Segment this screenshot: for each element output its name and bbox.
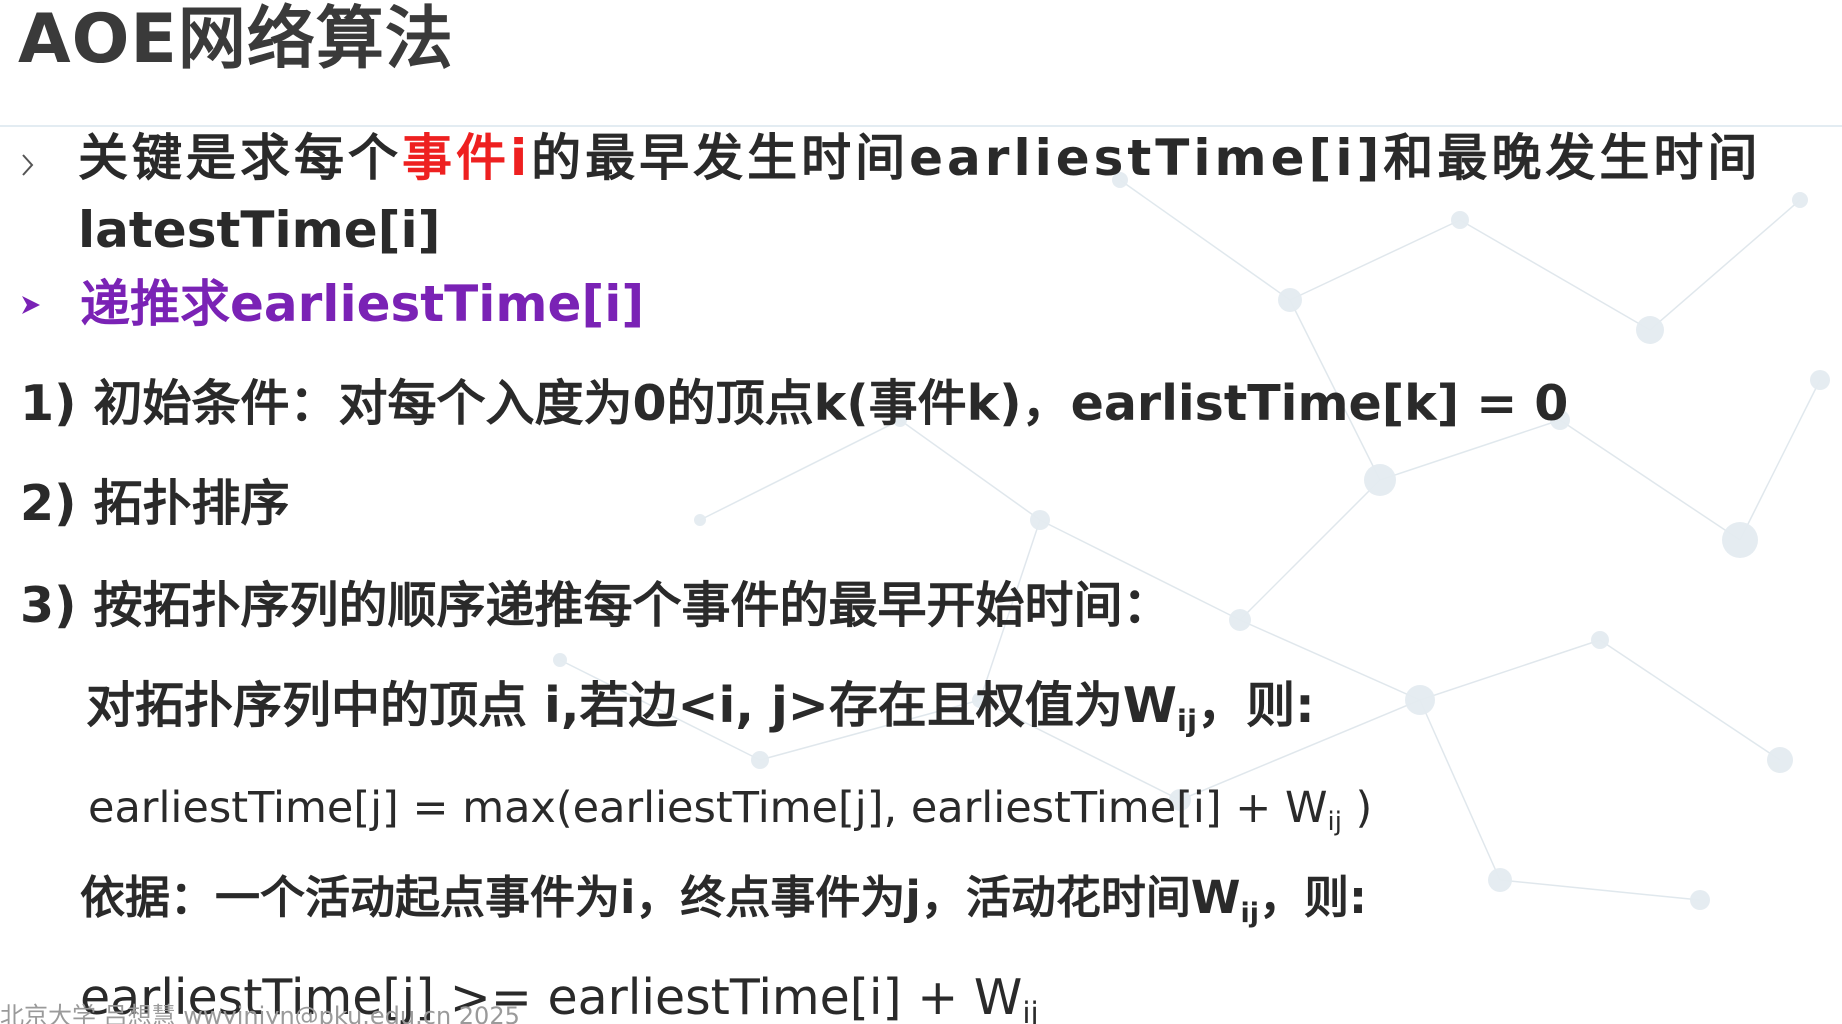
- formula-earliest-time-max: earliestTime[j] = max(earliestTime[j], e…: [88, 780, 1372, 850]
- basis-end: ，则:: [1259, 871, 1368, 924]
- bullet-1-line-2: latestTime[i]: [78, 201, 441, 259]
- slide: AOE网络算法 关键是求每个事件i的最早发生时间earliestTime[i]和…: [0, 0, 1842, 1024]
- bullet-2: 递推求earliestTime[i]: [80, 275, 645, 333]
- basis-main: 依据：一个活动起点事件为i，终点事件为j，活动花时间W: [80, 871, 1241, 924]
- bullet-1-middle: 的最早发生时间earliestTime[i]和最晚发生时间: [531, 129, 1762, 187]
- step-3-detail-subscript: ij: [1176, 703, 1198, 738]
- bullet-1-highlight: 事件i: [402, 129, 532, 187]
- formula-1-subscript: ij: [1327, 806, 1342, 837]
- step-3-detail-end: ，则:: [1197, 677, 1315, 734]
- arrowhead-right-icon: [22, 296, 40, 314]
- formula-1-end: ): [1341, 783, 1373, 833]
- footer-credit: 北京大学 吕想慧 wwyinjyn@pku.edu.cn 2025: [0, 1002, 520, 1024]
- basis-text: 依据：一个活动起点事件为i，终点事件为j，活动花时间Wij，则:: [80, 866, 1367, 946]
- step-2: 2) 拓扑排序: [20, 475, 290, 532]
- step-3-detail-main: 对拓扑序列中的顶点 i,若边<i, j>存在且权值为W: [86, 677, 1177, 734]
- chevron-right-icon: [22, 154, 34, 176]
- page-title: AOE网络算法: [18, 0, 454, 79]
- step-3: 3) 按拓扑序列的顺序递推每个事件的最早开始时间：: [20, 577, 1172, 634]
- formula-2-subscript: ij: [1022, 995, 1039, 1024]
- basis-subscript: ij: [1240, 897, 1260, 929]
- bullet-1-prefix: 关键是求每个: [78, 129, 402, 187]
- formula-1-main: earliestTime[j] = max(earliestTime[j], e…: [88, 783, 1328, 833]
- step-1: 1) 初始条件：对每个入度为0的顶点k(事件k)，earlistTime[k] …: [20, 375, 1569, 432]
- bullet-1-line-1: 关键是求每个事件i的最早发生时间earliestTime[i]和最晚发生时间: [78, 124, 1761, 192]
- step-3-detail: 对拓扑序列中的顶点 i,若边<i, j>存在且权值为Wij，则:: [86, 674, 1315, 753]
